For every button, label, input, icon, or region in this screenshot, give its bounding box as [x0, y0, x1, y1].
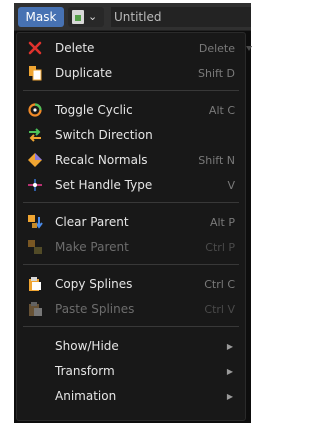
- mask-menu-button[interactable]: Mask: [18, 7, 64, 27]
- chevron-down-icon: ⌄: [88, 10, 98, 23]
- menu-item-set-handle-type[interactable]: Set Handle Type V: [17, 173, 245, 198]
- menu-item-shortcut: Alt P: [209, 216, 235, 229]
- x-icon: [28, 41, 42, 55]
- menu-item-label: Show/Hide: [55, 339, 119, 353]
- switch-direction-icon: [29, 128, 41, 142]
- menu-item-label: Toggle Cyclic: [55, 103, 133, 117]
- mask-dropdown-menu: Delete Delete Duplicate Shift D Toggle C…: [16, 32, 246, 421]
- menu-item-switch-direction[interactable]: Switch Direction: [17, 123, 245, 148]
- menu-item-delete[interactable]: Delete Delete: [17, 36, 245, 61]
- menu-item-shortcut: Delete: [198, 42, 235, 55]
- menu-item-shortcut: Ctrl C: [204, 278, 235, 291]
- menu-item-make-parent: Make Parent Ctrl P: [17, 235, 245, 260]
- menu-item-label: Animation: [55, 389, 117, 403]
- menu-item-transform[interactable]: Transform ▶: [17, 359, 245, 384]
- menu-item-paste-splines: Paste Splines Ctrl V: [17, 297, 245, 322]
- menu-item-animation[interactable]: Animation ▶: [17, 384, 245, 409]
- paste-icon: [29, 302, 42, 316]
- editor-window: Mask ⌄ Untitled Delete Delete Duplicate …: [14, 3, 252, 423]
- menu-item-label: Recalc Normals: [55, 153, 148, 167]
- menu-item-shortcut: Shift N: [198, 154, 235, 167]
- menu-item-label: Set Handle Type: [55, 178, 153, 192]
- menu-item-label: Transform: [55, 364, 115, 378]
- menu-item-label: Switch Direction: [55, 128, 153, 142]
- menu-separator: [23, 264, 239, 265]
- menu-item-label: Paste Splines: [55, 302, 135, 316]
- menu-item-toggle-cyclic[interactable]: Toggle Cyclic Alt C: [17, 98, 245, 123]
- submenu-arrow-icon: ▶: [226, 367, 233, 376]
- menu-item-label: Delete: [55, 41, 95, 55]
- copy-icon: [29, 277, 41, 291]
- menu-item-label: Clear Parent: [55, 215, 129, 229]
- menu-item-shortcut: Ctrl P: [205, 241, 235, 254]
- menu-item-duplicate[interactable]: Duplicate Shift D: [17, 61, 245, 86]
- mask-datablock-selector[interactable]: ⌄: [68, 7, 104, 27]
- menu-item-label: Copy Splines: [55, 277, 133, 291]
- menu-item-shortcut: V: [227, 179, 235, 192]
- editor-header: Mask ⌄ Untitled: [14, 3, 251, 31]
- menu-item-shortcut: Shift D: [198, 67, 235, 80]
- mask-datablock-icon: [72, 10, 84, 24]
- menu-item-shortcut: Alt C: [208, 104, 235, 117]
- menu-item-label: Duplicate: [55, 66, 113, 80]
- normals-icon: [28, 153, 42, 167]
- make-parent-icon: [28, 240, 42, 254]
- handle-type-icon: [28, 179, 42, 191]
- menu-item-shortcut: Ctrl V: [204, 303, 235, 316]
- duplicate-icon: [29, 66, 42, 81]
- submenu-arrow-icon: ▶: [226, 342, 233, 351]
- cyclic-icon: [28, 103, 42, 117]
- menu-item-show-hide[interactable]: Show/Hide ▶: [17, 334, 245, 359]
- menu-separator: [23, 202, 239, 203]
- submenu-arrow-icon: ▶: [226, 392, 233, 401]
- menu-separator: [23, 90, 239, 91]
- menu-separator: [23, 326, 239, 327]
- menu-item-clear-parent[interactable]: Clear Parent Alt P: [17, 210, 245, 235]
- menu-item-recalc-normals[interactable]: Recalc Normals Shift N: [17, 148, 245, 173]
- menu-item-copy-splines[interactable]: Copy Splines Ctrl C: [17, 272, 245, 297]
- menu-item-label: Make Parent: [55, 240, 129, 254]
- scroll-indicator-icon: [246, 46, 252, 51]
- clear-parent-icon: [28, 215, 43, 229]
- datablock-name-field[interactable]: Untitled: [111, 7, 251, 27]
